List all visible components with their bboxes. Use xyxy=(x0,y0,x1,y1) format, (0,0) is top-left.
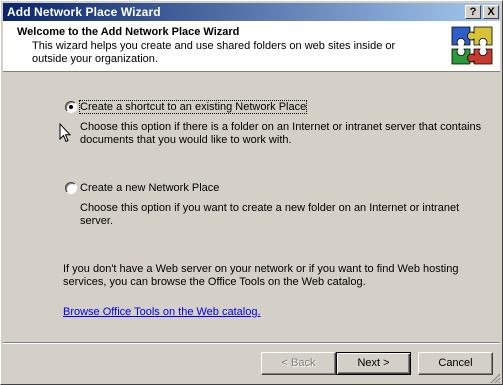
header-subtitle: This wizard helps you create and use sha… xyxy=(32,40,396,65)
option-new-place-description: Choose this option if you want to create… xyxy=(80,202,460,227)
cancel-button[interactable]: Cancel xyxy=(418,352,493,375)
browse-office-tools-link[interactable]: Browse Office Tools on the Web catalog. xyxy=(63,306,261,318)
option-new-place-label[interactable]: Create a new Network Place xyxy=(80,182,219,194)
back-button[interactable]: < Back xyxy=(261,352,336,375)
radio-existing-place[interactable] xyxy=(65,101,77,113)
button-separator xyxy=(3,342,500,344)
help-icon: ? xyxy=(469,6,477,18)
title-bar[interactable]: Add Network Place Wizard ? X xyxy=(3,3,500,21)
radio-new-place[interactable] xyxy=(65,182,77,194)
web-server-info-text: If you don't have a Web server on your n… xyxy=(63,263,459,288)
close-icon: X xyxy=(487,6,495,18)
option-existing-place-description: Choose this option if there is a folder … xyxy=(80,121,482,146)
window-title: Add Network Place Wizard xyxy=(7,5,161,19)
close-button[interactable]: X xyxy=(483,5,499,19)
wizard-header: Welcome to the Add Network Place Wizard … xyxy=(3,21,500,72)
resize-grip-icon[interactable] xyxy=(489,373,501,383)
wizard-window: Add Network Place Wizard ? X Welcome to … xyxy=(0,0,503,385)
puzzle-icon xyxy=(450,25,494,65)
radio-selected-dot xyxy=(69,105,73,109)
header-title: Welcome to the Add Network Place Wizard xyxy=(17,26,240,38)
help-button[interactable]: ? xyxy=(465,5,481,19)
next-button[interactable]: Next > xyxy=(336,352,411,375)
mouse-pointer-icon xyxy=(59,123,71,143)
option-existing-place-label[interactable]: Create a shortcut to an existing Network… xyxy=(78,100,308,114)
